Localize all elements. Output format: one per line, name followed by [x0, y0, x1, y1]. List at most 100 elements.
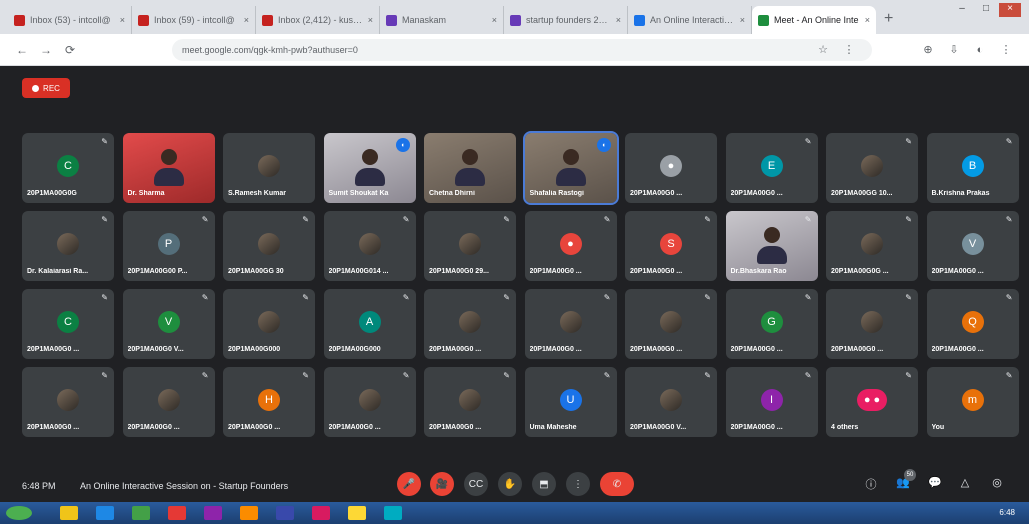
more-options-button[interactable]: ⋮	[566, 472, 590, 496]
browser-tab[interactable]: An Online Interactive Ses ×	[628, 6, 752, 34]
participant-tile[interactable]: P ✎ 20P1MA00G00 P...	[122, 211, 215, 281]
forward-icon[interactable]: →	[34, 43, 58, 57]
participant-tile[interactable]: Chetna Dhirni	[424, 133, 516, 203]
participant-tile[interactable]: U ✎ Uma Maheshe	[524, 367, 617, 437]
browser-tab[interactable]: Meet - An Online Inte ×	[752, 6, 876, 34]
participant-tile[interactable]: C ✎ 20P1MA00G0G	[22, 133, 114, 203]
download-icon[interactable]: ⇩	[941, 43, 967, 56]
participant-tile[interactable]: m ✎ You	[926, 367, 1019, 437]
participant-tile[interactable]: ✎ 20P1MA00GG 30	[223, 211, 315, 281]
close-tab-icon[interactable]: ×	[244, 15, 249, 25]
profile-icon[interactable]: ◐	[967, 44, 993, 56]
participant-tile[interactable]: ✎ 20P1MA00G0 ...	[323, 367, 416, 437]
participant-tile[interactable]: ✎ 20P1MA00G0 ...	[424, 289, 516, 359]
participant-tile[interactable]: S.Ramesh Kumar	[223, 133, 315, 203]
close-window-button[interactable]: ×	[999, 3, 1021, 17]
participant-tile[interactable]: ✎ Dr.Bhaskara Rao	[725, 211, 818, 281]
start-button[interactable]	[6, 506, 32, 520]
mic-off-icon: ✎	[704, 215, 711, 224]
captions-button[interactable]: CC	[464, 472, 488, 496]
back-icon[interactable]: ←	[10, 43, 34, 57]
mic-button[interactable]: 🎤	[397, 472, 421, 496]
participant-tile[interactable]: S ✎ 20P1MA00G0 ...	[625, 211, 717, 281]
participant-tile[interactable]: ✎ 20P1MA00G0 ...	[22, 367, 114, 437]
close-tab-icon[interactable]: ×	[492, 15, 497, 25]
participant-tile[interactable]: ✎ 20P1MA00G0 ...	[424, 367, 516, 437]
participant-tile[interactable]: ● ✎ 20P1MA00G0 ...	[524, 211, 617, 281]
participant-tile[interactable]: Q ✎ 20P1MA00G0 ...	[926, 289, 1019, 359]
participant-tile[interactable]: V ✎ 20P1MA00G0 V...	[122, 289, 215, 359]
present-button[interactable]: ⬒	[532, 472, 556, 496]
raise-hand-button[interactable]: ✋	[498, 472, 522, 496]
participant-tile[interactable]: ✎ 20P1MA00G0 ...	[122, 367, 215, 437]
participant-avatar: C	[57, 311, 79, 333]
taskbar-app-icon[interactable]	[168, 506, 186, 520]
participant-tile[interactable]: ✎ 20P1MA00G000	[223, 289, 315, 359]
close-tab-icon[interactable]: ×	[865, 15, 870, 25]
participant-tile[interactable]: ◖ Shafalia Rastogi	[522, 131, 619, 205]
taskbar-app4-icon[interactable]	[384, 506, 402, 520]
participant-tile[interactable]: ✎ 20P1MA00GG 10...	[826, 133, 918, 203]
speaking-icon: ◖	[395, 138, 410, 152]
address-bar[interactable]: meet.google.com/qgk-kmh-pwb?authuser=0 ☆…	[172, 38, 872, 61]
close-tab-icon[interactable]: ×	[120, 15, 125, 25]
participant-tile[interactable]: A ✎ 20P1MA00G000	[323, 289, 416, 359]
taskbar-excel-icon[interactable]	[132, 506, 150, 520]
browser-tab[interactable]: Manaskam ×	[380, 6, 504, 34]
taskbar-app2-icon[interactable]	[204, 506, 222, 520]
browser-tab[interactable]: Inbox (59) - intcoll@ ×	[132, 6, 256, 34]
activities-icon[interactable]: △	[956, 476, 974, 489]
participant-tile[interactable]: ✎ 20P1MA00G0 ...	[625, 289, 717, 359]
browser-tab[interactable]: Inbox (2,412) - kusi@ ×	[256, 6, 380, 34]
camera-button[interactable]: 🎥	[430, 472, 454, 496]
browser-tab[interactable]: Inbox (53) - intcoll@ ×	[8, 6, 132, 34]
close-tab-icon[interactable]: ×	[740, 15, 745, 25]
participant-tile[interactable]: ✎ Dr. Kalaiarasi Ra...	[22, 211, 114, 281]
participant-name: 20P1MA00G0 ...	[730, 190, 783, 197]
taskbar-word-icon[interactable]	[276, 506, 294, 520]
participant-tile[interactable]: ● ● ✎ 4 others	[826, 367, 918, 437]
browser-tab-strip: Inbox (53) - intcoll@ × Inbox (59) - intco…	[0, 0, 1029, 34]
more-icon[interactable]: ⋮	[836, 43, 862, 56]
leave-call-button[interactable]: ✆	[600, 472, 634, 496]
reload-icon[interactable]: ⟳	[58, 43, 82, 57]
taskbar-ie-icon[interactable]	[96, 506, 114, 520]
participant-avatar: V	[157, 311, 180, 333]
participant-tile[interactable]: ● 20P1MA00G0 ...	[625, 133, 717, 203]
participant-tile[interactable]: ◖ Sumit Shoukat Ka	[323, 133, 416, 203]
participant-tile[interactable]: ✎ 20P1MA00G0 V...	[625, 367, 717, 437]
participant-tile[interactable]: G ✎ 20P1MA00G0 ...	[725, 289, 818, 359]
mic-off-icon: ✎	[302, 293, 309, 302]
participant-avatar: U	[559, 389, 582, 411]
participant-tile[interactable]: ✎ 20P1MA00G0 29...	[424, 211, 516, 281]
host-controls-icon[interactable]: ◎	[988, 476, 1006, 489]
taskbar-ppt-icon[interactable]	[312, 506, 330, 520]
taskbar-app3-icon[interactable]	[240, 506, 258, 520]
chat-icon[interactable]: 💬	[926, 476, 944, 489]
participant-tile[interactable]: E ✎ 20P1MA00G0 ...	[725, 133, 818, 203]
participant-tile[interactable]: V ✎ 20P1MA00G0 ...	[926, 211, 1019, 281]
close-tab-icon[interactable]: ×	[368, 15, 373, 25]
meeting-details-icon[interactable]: ⓘ	[862, 476, 880, 492]
participant-photo	[358, 233, 381, 255]
participant-tile[interactable]: ✎ 20P1MA00G0 ...	[826, 289, 918, 359]
participant-tile[interactable]: B ✎ B.Krishna Prakas	[926, 133, 1019, 203]
taskbar-explorer-icon[interactable]	[60, 506, 78, 520]
participant-tile[interactable]: H ✎ 20P1MA00G0 ...	[223, 367, 315, 437]
new-tab-button[interactable]: +	[884, 10, 893, 28]
maximize-button[interactable]: □	[975, 3, 997, 17]
participant-tile[interactable]: ✎ 20P1MA00G014 ...	[323, 211, 416, 281]
taskbar-chrome-icon[interactable]	[348, 506, 366, 520]
browser-tab[interactable]: startup founders 2023 ×	[504, 6, 628, 34]
close-tab-icon[interactable]: ×	[616, 15, 621, 25]
participant-tile[interactable]: ✎ 20P1MA00G0 ...	[524, 289, 617, 359]
minimize-button[interactable]: –	[951, 3, 973, 17]
star-icon[interactable]: ☆	[810, 43, 836, 56]
menu-icon[interactable]: ⋮	[993, 43, 1019, 56]
participant-tile[interactable]: C ✎ 20P1MA00G0 ...	[22, 289, 114, 359]
participant-tile[interactable]: ✎ 20P1MA00G0G ...	[826, 211, 918, 281]
extension-icon[interactable]: ⊕	[915, 43, 941, 56]
participant-tile[interactable]: Dr. Sharma	[122, 133, 215, 203]
participant-tile[interactable]: I ✎ 20P1MA00G0 ...	[725, 367, 818, 437]
participant-name: 20P1MA00G0 V...	[127, 346, 184, 353]
